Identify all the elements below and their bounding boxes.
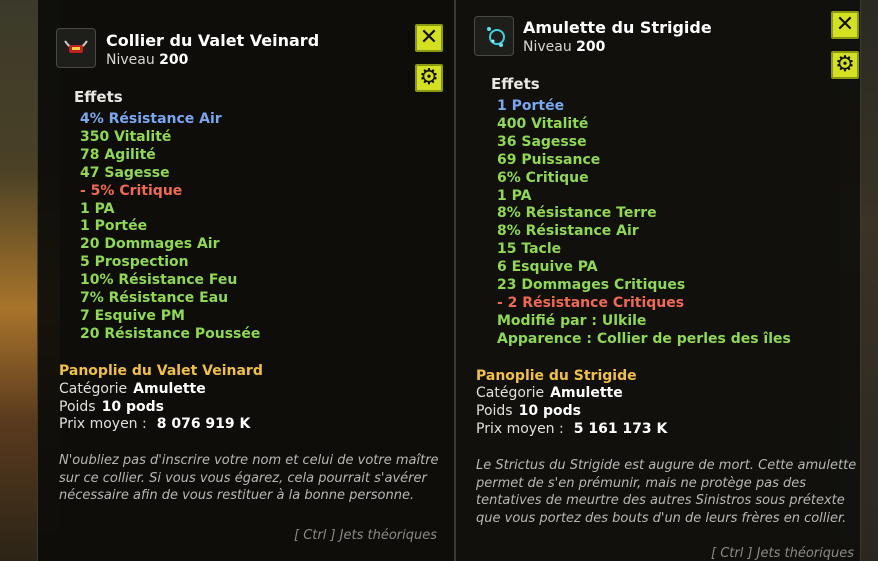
effect-line: 1 Portée — [497, 98, 565, 114]
effect-line: 15 Tacle — [497, 241, 562, 258]
description-line: sur ce collier. Si vous vous égarez, cel… — [59, 470, 427, 486]
weight-row: Poids 10 pods — [476, 403, 581, 419]
effect-line: 1 PA — [497, 187, 532, 204]
category-row: Catégorie Amulette — [59, 381, 206, 397]
gear-icon: ⚙ — [835, 52, 855, 77]
effect-line: 6% Critique — [497, 169, 589, 186]
effect-line: Modifié par : Ulkile — [497, 312, 647, 329]
category-label: Catégorie — [59, 381, 128, 397]
category-label: Catégorie — [476, 385, 545, 401]
set-name[interactable]: Panoplie du Valet Veinard — [59, 363, 263, 379]
ctrl-hint: [ Ctrl ] Jets théoriques — [294, 528, 438, 543]
weight-label: Poids — [59, 399, 96, 415]
blue-amulet-icon — [474, 16, 514, 56]
item-level: Niveau 200 — [106, 52, 188, 68]
effect-line: 8% Résistance Terre — [497, 205, 657, 222]
effect-line: 1 Portée — [80, 218, 148, 235]
close-icon: ✕ — [419, 25, 439, 50]
red-necklace-icon — [56, 28, 96, 68]
weight-value: 10 pods — [101, 399, 164, 415]
price-row: Prix moyen : 5 161 173 K — [476, 421, 667, 437]
effect-line: 350 Vitalité — [80, 128, 172, 145]
effect-line: 20 Dommages Air — [80, 236, 220, 253]
effect-line: 5 Prospection — [80, 254, 189, 271]
effect-line: 23 Dommages Critiques — [497, 277, 686, 294]
price-value: 5 161 173 K — [573, 421, 668, 437]
price-label: Prix moyen : — [59, 416, 147, 432]
weight-value: 10 pods — [518, 403, 581, 419]
price-row: Prix moyen : 8 076 919 K — [59, 416, 250, 432]
price-value: 8 076 919 K — [156, 416, 251, 432]
effect-line: 47 Sagesse — [80, 164, 170, 181]
set-name[interactable]: Panoplie du Strigide — [476, 368, 637, 384]
category-value: Amulette — [550, 385, 623, 401]
effect-line: 6 Esquive PA — [497, 259, 598, 276]
description-line: permet de s'en prémunir, mais ne protège… — [476, 475, 807, 491]
item-level: Niveau 200 — [523, 39, 605, 55]
effect-line: 69 Puissance — [497, 151, 601, 168]
effect-line: 1 PA — [80, 200, 115, 217]
weight-label: Poids — [476, 403, 513, 419]
effect-line: 7 Esquive PM — [80, 307, 185, 324]
close-icon: ✕ — [835, 12, 855, 37]
ctrl-hint: [ Ctrl ] Jets théoriques — [711, 546, 855, 561]
description-line: nécessaire afin de vous restituer à la b… — [59, 488, 415, 503]
effect-line: - 5% Critique — [80, 182, 183, 199]
effects-list: 4% Résistance Air 350 Vitalité 78 Agilité 4… — [80, 111, 260, 344]
effect-line: 36 Sagesse — [497, 133, 587, 150]
settings-button-right[interactable]: ⚙ — [831, 51, 859, 79]
effect-line: 400 Vitalité — [497, 115, 589, 132]
level-value: 200 — [159, 52, 189, 68]
item-name: Collier du Valet Veinard — [106, 31, 320, 50]
effects-list: 1 Portée 400 Vitalité 36 Sagesse 69 Puissan… — [497, 98, 791, 349]
effects-title: Effets — [74, 88, 123, 106]
category-value: Amulette — [133, 381, 206, 397]
effect-line: 20 Résistance Poussée — [80, 325, 261, 342]
description-line: N'oubliez pas d'inscrire votre nom et ce… — [59, 453, 439, 468]
category-row: Catégorie Amulette — [476, 385, 623, 401]
item-tooltip-left: Collier du Valet Veinard Niveau 200 Effe… — [37, 0, 455, 561]
level-label: Niveau — [523, 39, 572, 55]
description-line: que vous portez des bouts d'un de leurs … — [476, 510, 847, 526]
description-line: tentatives de meurtre des autres Sinistr… — [476, 493, 845, 508]
effect-line: 78 Agilité — [80, 146, 156, 163]
gear-icon: ⚙ — [419, 65, 439, 90]
effect-line: - 2 Résistance Critiques — [497, 294, 685, 311]
effect-line: Apparence : Collier de perles des îles — [497, 330, 791, 347]
item-description: Le Strictus du Strigide est augure de mo… — [476, 457, 856, 527]
settings-button-left[interactable]: ⚙ — [415, 64, 443, 92]
close-button-left[interactable]: ✕ — [415, 24, 443, 52]
effect-line: 7% Résistance Eau — [80, 290, 229, 307]
effect-line: 8% Résistance Air — [497, 223, 639, 240]
item-tooltip-right: Amulette du Strigide Niveau 200 Effets 1… — [455, 0, 861, 561]
price-label: Prix moyen : — [476, 421, 564, 437]
level-label: Niveau — [106, 52, 155, 68]
close-button-right[interactable]: ✕ — [831, 11, 859, 39]
item-description: N'oubliez pas d'inscrire votre nom et ce… — [59, 452, 439, 505]
item-name: Amulette du Strigide — [523, 18, 712, 37]
effect-line: 4% Résistance Air — [80, 111, 222, 127]
weight-row: Poids 10 pods — [59, 399, 164, 415]
level-value: 200 — [576, 39, 606, 55]
effects-title: Effets — [491, 75, 540, 93]
description-line: Le Strictus du Strigide est augure de mo… — [476, 458, 857, 473]
effect-line: 10% Résistance Feu — [80, 272, 238, 289]
